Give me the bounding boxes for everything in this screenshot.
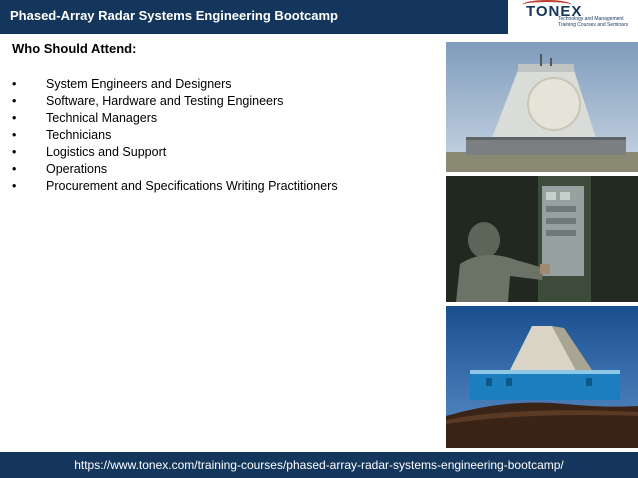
list-item: • Procurement and Specifications Writing …	[12, 178, 338, 195]
section-heading: Who Should Attend:	[12, 41, 137, 56]
list-item-text: System Engineers and Designers	[46, 77, 232, 91]
list-item-text: Logistics and Support	[46, 145, 167, 159]
footer-bar: https://www.tonex.com/training-courses/p…	[0, 452, 638, 478]
list-item: • Technicians	[12, 127, 338, 144]
page-title: Phased-Array Radar Systems Engineering B…	[10, 8, 338, 23]
list-item-text: Operations	[46, 162, 108, 176]
list-item-text: Technical Managers	[46, 111, 158, 125]
logo-tagline: Technology and Management Training Cours…	[558, 16, 629, 28]
bullet-icon: •	[12, 94, 17, 108]
list-item: • Operations	[12, 161, 338, 178]
radar-pyramid-photo	[446, 306, 638, 448]
bullet-icon: •	[12, 162, 17, 176]
list-item-text: Software, Hardware and Testing Engineers	[46, 94, 284, 108]
radar-equipment-photo	[446, 176, 638, 302]
bullet-icon: •	[12, 145, 17, 159]
photo-column	[446, 42, 638, 448]
list-item: • Logistics and Support	[12, 144, 338, 161]
header-bar: Phased-Array Radar Systems Engineering B…	[0, 0, 638, 34]
logo: TONEX Technology and Management Training…	[508, 0, 638, 34]
bullet-icon: •	[12, 128, 17, 142]
course-url-link[interactable]: https://www.tonex.com/training-courses/p…	[0, 458, 638, 472]
list-item: • Software, Hardware and Testing Engineer…	[12, 93, 338, 110]
list-item-text: Technicians	[46, 128, 112, 142]
attendee-list: • System Engineers and Designers • Softwar…	[12, 76, 338, 195]
bullet-icon: •	[12, 111, 17, 125]
list-item: • System Engineers and Designers	[12, 76, 338, 93]
list-item: • Technical Managers	[12, 110, 338, 127]
radar-building-photo	[446, 42, 638, 172]
bullet-icon: •	[12, 179, 17, 193]
list-item-text: Procurement and Specifications Writing P…	[46, 179, 338, 193]
bullet-icon: •	[12, 77, 17, 91]
